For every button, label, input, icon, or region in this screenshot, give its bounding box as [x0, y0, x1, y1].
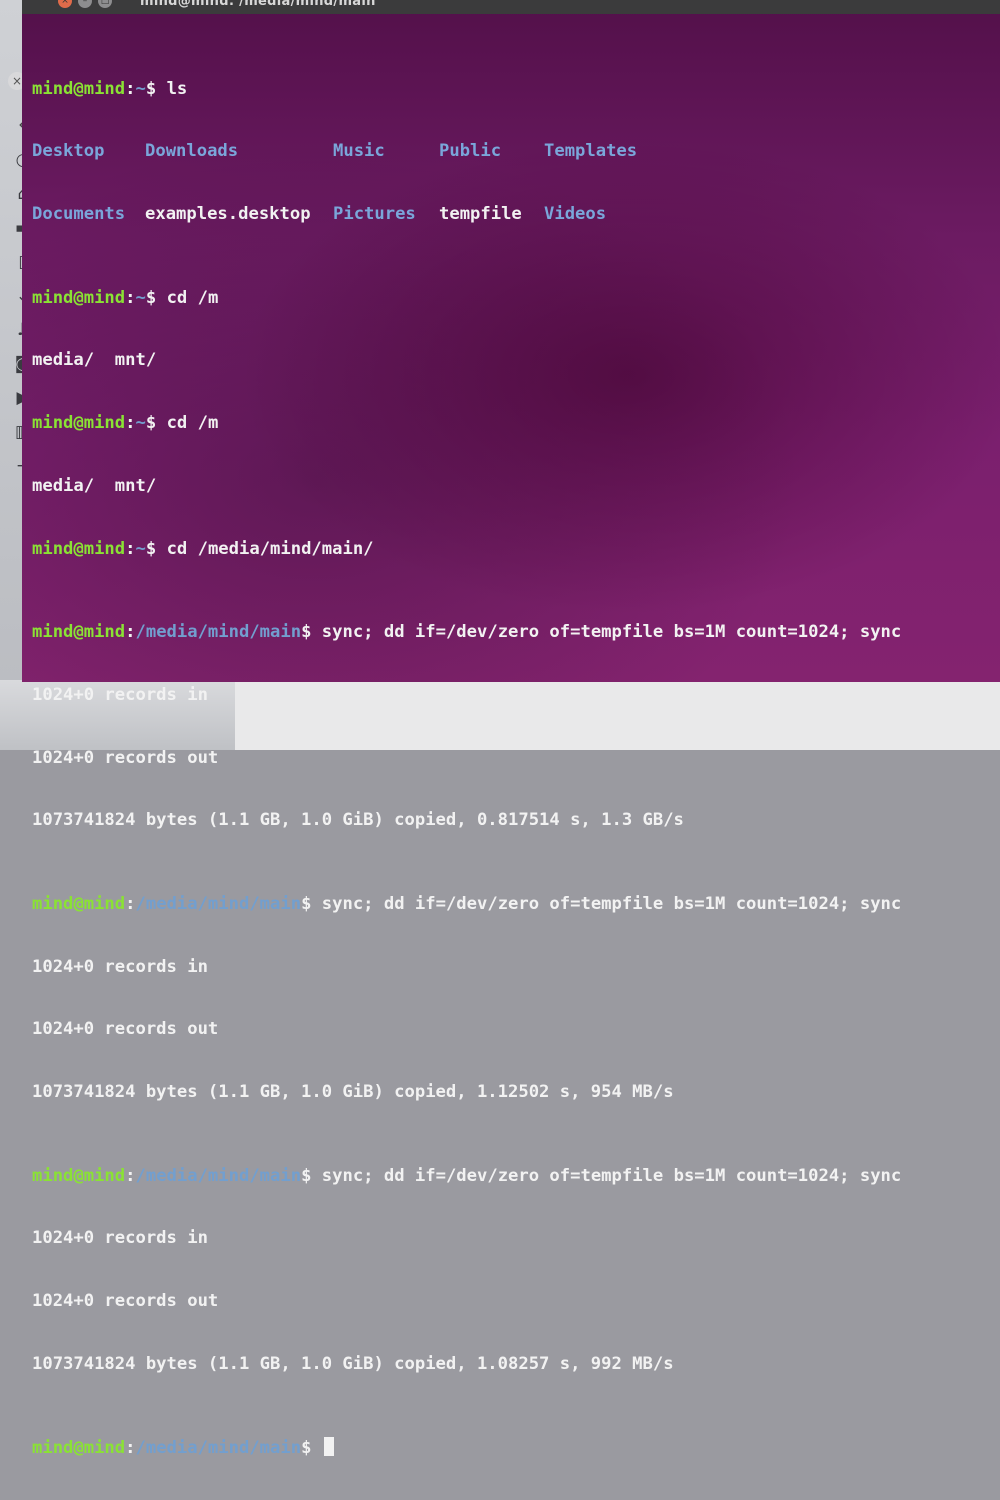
terminal-line: mind@mind:/media/mind/main$ sync; dd if=…: [32, 893, 902, 914]
terminal-line: mind@mind:~$ cd /m: [32, 413, 219, 434]
terminal-line: mind@mind:~$ ls: [32, 78, 188, 99]
terminal-window[interactable]: × – □ mind@mind: /media/mind/main mind@m…: [22, 0, 1000, 1458]
records-out: 1024+0 records out: [32, 1019, 219, 1040]
minimize-button[interactable]: –: [78, 0, 92, 8]
completion-output: media/ mnt/: [32, 475, 157, 496]
window-title: mind@mind: /media/mind/main: [140, 0, 376, 9]
records-out: 1024+0 records out: [32, 747, 219, 768]
titlebar[interactable]: × – □ mind@mind: /media/mind/main: [22, 0, 1000, 14]
terminal-line: mind@mind:/media/mind/main$ sync; dd if=…: [32, 622, 902, 643]
terminal-line: mind@mind:~$ cd /media/mind/main/: [32, 538, 374, 559]
ls-output-row: Documents examples.desktop Pictures tempfil…: [32, 204, 607, 225]
dd-result: 1073741824 bytes (1.1 GB, 1.0 GiB) copie…: [32, 1353, 674, 1374]
records-out: 1024+0 records out: [32, 1291, 219, 1311]
completion-output: media/ mnt/: [32, 350, 157, 371]
current-prompt[interactable]: mind@mind:/media/mind/main$: [32, 1437, 992, 1458]
records-in: 1024+0 records in: [32, 684, 208, 705]
text-cursor: [323, 1437, 334, 1457]
records-in: 1024+0 records in: [32, 1228, 208, 1249]
dd-result: 1073741824 bytes (1.1 GB, 1.0 GiB) copie…: [32, 810, 684, 831]
terminal-screen[interactable]: mind@mind:~$ ls Desktop Downloads Music Pub…: [32, 16, 992, 1500]
ls-output-row: Desktop Downloads Music Public Templates: [32, 141, 638, 162]
maximize-button[interactable]: □: [98, 0, 112, 8]
terminal-line: mind@mind:~$ cd /m: [32, 287, 219, 308]
dd-result: 1073741824 bytes (1.1 GB, 1.0 GiB) copie…: [32, 1081, 674, 1102]
close-button[interactable]: ×: [58, 0, 72, 8]
terminal-line: mind@mind:/media/mind/main$ sync; dd if=…: [32, 1165, 902, 1186]
records-in: 1024+0 records in: [32, 956, 208, 977]
